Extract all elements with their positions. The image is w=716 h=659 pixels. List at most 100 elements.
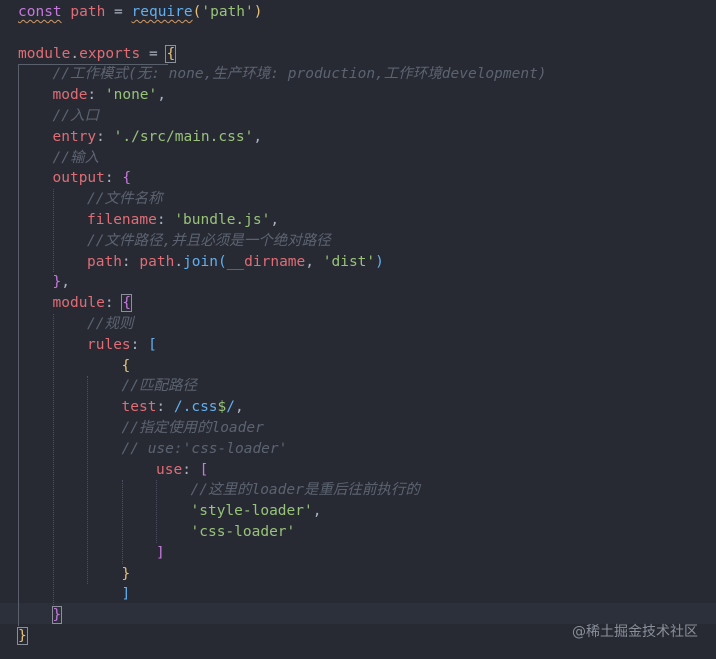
code-line[interactable]: //文件路径,并且必须是一个绝对路径 [87,231,331,252]
code-token: $ [217,399,227,416]
code-line[interactable]: { [122,356,131,377]
code-token: [ [148,336,157,353]
code-token: //这里的loader是重后往前执行的 [190,482,420,499]
code-token: [ [199,461,209,478]
code-line[interactable]: module.exports = { [18,44,177,65]
code-token: 'dist' [322,253,376,270]
code-token: ] [156,544,165,561]
code-line[interactable]: //入口 [53,106,99,127]
code-token: , [270,212,280,228]
code-token: filename [87,212,157,228]
code-line[interactable]: 'css-loader' [191,522,296,543]
code-line[interactable]: ] [156,543,165,564]
code-line[interactable]: //匹配路径 [122,376,197,397]
code-line[interactable]: use: [ [156,460,208,481]
code-token: //文件路径,并且必须是一个绝对路径 [87,232,331,249]
code-token: use [156,461,183,478]
code-token: // use:'css-loader' [121,440,288,457]
code-token: : [156,399,174,416]
code-token: path [87,253,122,270]
indent-guide [156,480,157,543]
code-token: , [312,503,322,520]
code-line[interactable]: } [122,564,131,585]
code-line[interactable]: } [51,605,63,626]
code-line[interactable]: test: /.css$/, [122,397,244,418]
code-line[interactable]: } [17,626,28,647]
code-line[interactable]: ] [122,584,131,605]
code-line[interactable]: }, [53,272,70,293]
code-token: ) [253,4,263,20]
code-token: module [18,45,71,62]
code-token: : [182,461,200,478]
indent-guide [18,64,19,626]
code-token: { [121,294,133,313]
code-token: 'css-loader' [190,524,296,540]
code-line[interactable]: module: { [52,293,133,314]
code-line[interactable]: mode: 'none', [53,85,167,106]
code-token: //规则 [87,316,134,332]
code-token: 'bundle.js' [174,212,271,228]
code-token: path [139,253,175,270]
code-token: , [157,87,167,104]
code-token: { [122,170,132,187]
code-token: //输入 [52,149,99,166]
code-token: /.css [173,399,218,416]
code-line[interactable]: rules: [ [87,335,157,356]
code-line[interactable]: // use:'css-loader' [122,439,288,460]
code-token: : [104,170,123,187]
code-token: __dirname [226,253,306,270]
indent-guide [52,314,54,606]
code-token: mode [52,87,88,104]
code-token: { [121,357,131,374]
code-token: 'style-loader' [190,503,313,520]
code-line[interactable]: output: { [53,168,132,189]
code-token: rules [87,336,131,353]
code-token: //工作模式(无: none,生产环境: production,工作环境deve… [52,66,547,83]
code-token: join [183,253,218,270]
code-token: exports [79,45,141,62]
code-token: 'path' [201,4,254,20]
code-token: path [70,4,106,20]
code-line[interactable]: path: path.join(__dirname, 'dist') [87,252,384,273]
code-editor[interactable]: const path = require('path') module.expor… [0,0,716,659]
code-token: entry [52,128,97,145]
code-token: } [52,274,62,291]
code-line[interactable]: entry: './src/main.css', [53,127,263,148]
indent-guide [52,189,54,273]
indent-guide [87,376,88,585]
code-token: . [70,45,80,62]
code-token: / [226,399,236,416]
code-line[interactable]: //工作模式(无: none,生产环境: production,工作环境deve… [53,64,547,85]
code-token: //指定使用的loader [121,420,264,436]
code-token: : [130,336,149,353]
code-line[interactable]: //这里的loader是重后往前执行的 [191,480,420,501]
code-line[interactable]: //指定使用的loader [122,418,264,439]
code-token: ) [375,253,384,270]
code-token: require [131,4,193,20]
code-token: , [235,399,244,416]
code-token: : [156,212,175,228]
code-token: { [165,44,177,63]
code-token: ( [217,253,227,270]
code-line[interactable]: //输入 [53,148,99,169]
code-token: : [104,295,123,312]
code-token: , [305,253,323,270]
watermark: @稀土掘金技术社区 [572,624,698,640]
code-token: module [52,295,105,312]
code-token: 'none' [104,87,158,104]
code-token: //匹配路径 [121,378,197,395]
code-token: } [51,606,63,625]
code-line[interactable]: //文件名称 [87,189,162,210]
code-line[interactable]: const path = require('path') [18,2,262,23]
code-line[interactable]: //规则 [87,314,133,335]
code-token: const [18,4,62,20]
code-token: : [121,253,140,270]
code-token: = [140,45,167,62]
code-token: , [253,128,263,145]
code-token: , [61,274,70,291]
indent-guide [121,480,123,564]
code-line[interactable]: filename: 'bundle.js', [87,210,279,231]
code-line[interactable]: 'style-loader', [191,501,322,522]
code-token: = [105,4,132,20]
code-token: test [121,399,157,416]
